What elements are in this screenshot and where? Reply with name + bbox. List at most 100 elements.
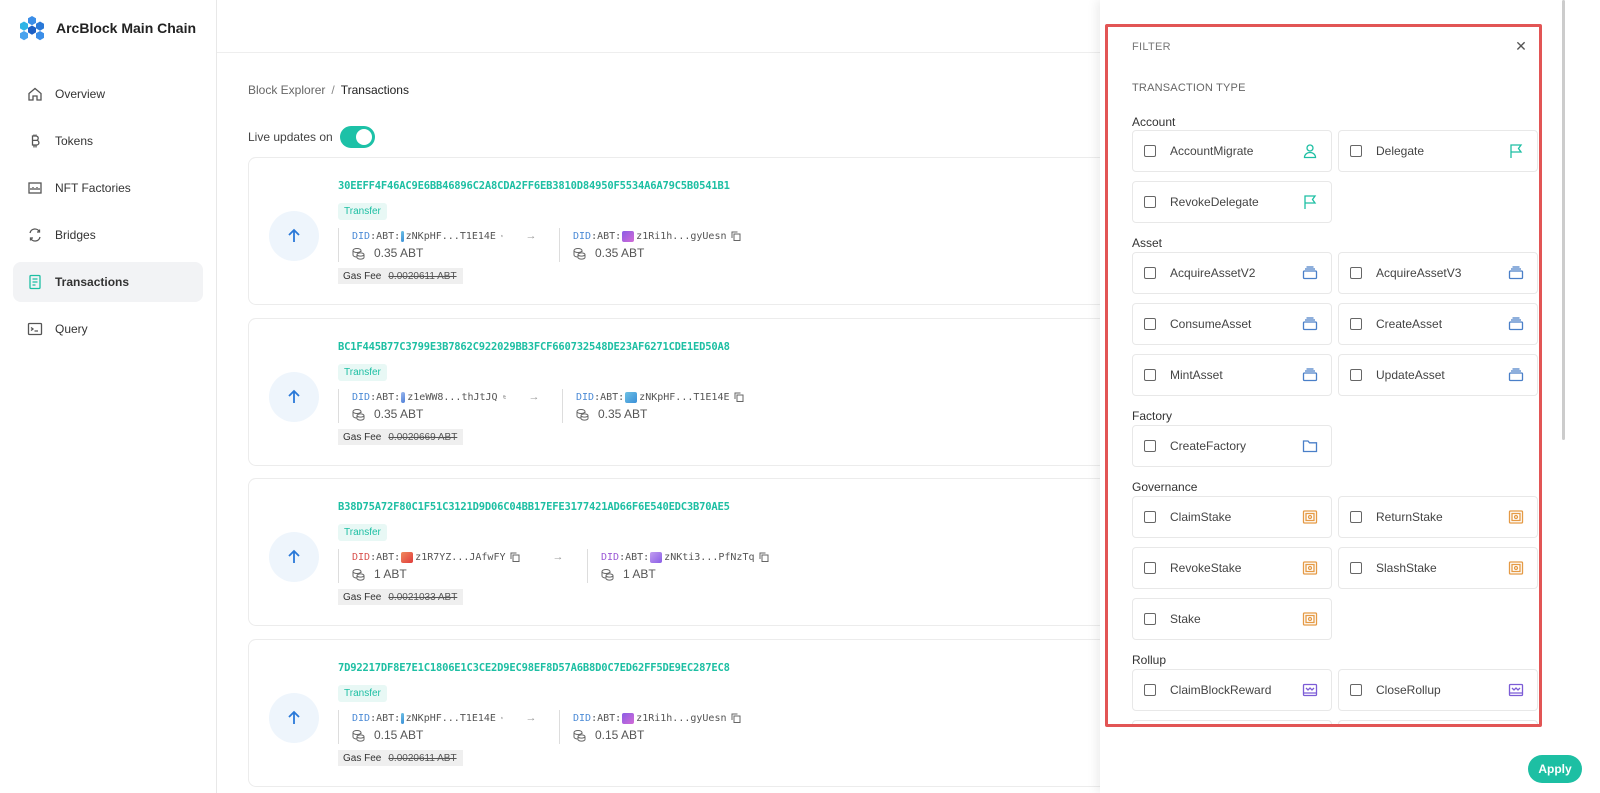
checkbox[interactable] xyxy=(1350,511,1362,523)
checkbox[interactable] xyxy=(1350,318,1362,330)
option-returnstake[interactable]: ReturnStake xyxy=(1338,496,1538,538)
sidebar-item-nft-factories[interactable]: NFT Factories xyxy=(13,168,203,208)
sidebar-item-label: Query xyxy=(55,322,88,336)
sidebar-item-bridges[interactable]: Bridges xyxy=(13,215,203,255)
checkbox[interactable] xyxy=(1144,511,1156,523)
did-address-link[interactable]: z1Ri1h...gyUesn xyxy=(636,713,726,724)
option-label: MintAsset xyxy=(1170,368,1223,382)
transaction-card[interactable]: BC1F445B77C3799E3B7862C922029BB3FCF66073… xyxy=(248,318,1128,466)
gas-fee-value: 0.0020611 ABT xyxy=(388,270,457,282)
option-partial[interactable] xyxy=(1338,720,1538,724)
did-address-link[interactable]: zNKpHF...T1E14E xyxy=(406,231,496,242)
did-address-link[interactable]: zNKpHF...T1E14E xyxy=(639,392,729,403)
live-updates-toggle[interactable] xyxy=(339,126,375,148)
close-icon[interactable]: ✕ xyxy=(1513,38,1529,54)
did-avatar xyxy=(401,712,404,724)
tx-amount: 0.35 ABT xyxy=(374,246,424,260)
apply-button[interactable]: Apply xyxy=(1528,755,1582,783)
copy-icon[interactable] xyxy=(731,713,741,723)
sidebar-item-overview[interactable]: Overview xyxy=(13,74,203,114)
sidebar-item-label: Bridges xyxy=(55,228,96,242)
option-claimblockreward[interactable]: ClaimBlockReward xyxy=(1132,669,1332,711)
option-acquireassetv2[interactable]: AcquireAssetV2 xyxy=(1132,252,1332,294)
did-chain: :ABT: xyxy=(370,712,401,724)
checkbox[interactable] xyxy=(1144,267,1156,279)
tx-hash-link[interactable]: 30EEFF4F46AC9E6BB46896C2A8CDA2FF6EB3810D… xyxy=(338,180,730,192)
gas-fee-value: 0.0020669 ABT xyxy=(388,431,458,443)
flag-icon xyxy=(1507,142,1525,160)
option-slashstake[interactable]: SlashStake xyxy=(1338,547,1538,589)
option-stake[interactable]: Stake xyxy=(1132,598,1332,640)
option-partial[interactable] xyxy=(1132,720,1332,724)
option-delegate[interactable]: Delegate xyxy=(1338,130,1538,172)
checkbox[interactable] xyxy=(1144,440,1156,452)
option-mintasset[interactable]: MintAsset xyxy=(1132,354,1332,396)
transaction-type-title: TRANSACTION TYPE xyxy=(1132,82,1246,94)
checkbox[interactable] xyxy=(1144,613,1156,625)
did-chain: :ABT: xyxy=(591,230,622,242)
did-address-link[interactable]: zNKpHF...T1E14E xyxy=(406,713,496,724)
did-prefix: DID xyxy=(601,551,620,563)
option-label: CreateAsset xyxy=(1376,317,1443,331)
did-address-link[interactable]: zNKti3...PfNzTq xyxy=(664,552,754,563)
option-accountmigrate[interactable]: AccountMigrate xyxy=(1132,130,1332,172)
checkbox[interactable] xyxy=(1144,145,1156,157)
option-claimstake[interactable]: ClaimStake xyxy=(1132,496,1332,538)
sidebar-item-tokens[interactable]: Tokens xyxy=(13,121,203,161)
option-updateasset[interactable]: UpdateAsset xyxy=(1338,354,1538,396)
layers-icon xyxy=(1507,366,1525,384)
checkbox[interactable] xyxy=(1350,145,1362,157)
did-address-link[interactable]: z1R7YZ...JAfwFY xyxy=(415,552,505,563)
rollup-icon xyxy=(1301,681,1319,699)
option-createfactory[interactable]: CreateFactory xyxy=(1132,425,1332,467)
option-acquireassetv3[interactable]: AcquireAssetV3 xyxy=(1338,252,1538,294)
brand[interactable]: ArcBlock Main Chain xyxy=(0,0,216,56)
did-address-link[interactable]: z1Ri1h...gyUesn xyxy=(636,231,726,242)
safe-icon xyxy=(1301,559,1319,577)
option-createasset[interactable]: CreateAsset xyxy=(1338,303,1538,345)
tx-hash-link[interactable]: 7D92217DF8E7E1C1806E1C3CE2D9EC98EF8D57A6… xyxy=(338,662,730,674)
sidebar-item-query[interactable]: Query xyxy=(13,309,203,349)
safe-icon xyxy=(1507,508,1525,526)
tx-hash-link[interactable]: B38D75A72F80C1F51C3121D9D06C04BB17EFE317… xyxy=(338,501,730,513)
sidebar-item-label: NFT Factories xyxy=(55,181,131,195)
checkbox[interactable] xyxy=(1350,684,1362,696)
transaction-card[interactable]: B38D75A72F80C1F51C3121D9D06C04BB17EFE317… xyxy=(248,478,1128,626)
option-revokedelegate[interactable]: RevokeDelegate xyxy=(1132,181,1332,223)
receipt-icon xyxy=(27,274,43,290)
checkbox[interactable] xyxy=(1144,318,1156,330)
option-closerollup[interactable]: CloseRollup xyxy=(1338,669,1538,711)
option-consumeasset[interactable]: ConsumeAsset xyxy=(1132,303,1332,345)
layers-icon xyxy=(1507,315,1525,333)
copy-icon[interactable] xyxy=(759,552,769,562)
sidebar: ArcBlock Main Chain Overview Tokens NFT … xyxy=(0,0,217,793)
transaction-card[interactable]: 30EEFF4F46AC9E6BB46896C2A8CDA2FF6EB3810D… xyxy=(248,157,1128,305)
gas-fee-value: 0.0020611 ABT xyxy=(388,752,457,764)
did-address-link[interactable]: z1eWW8...thJtJQ xyxy=(407,392,497,403)
option-revokestake[interactable]: RevokeStake xyxy=(1132,547,1332,589)
sidebar-item-transactions[interactable]: Transactions xyxy=(13,262,203,302)
did-chain: :ABT: xyxy=(370,551,401,563)
drawer-scrollbar[interactable] xyxy=(1562,0,1565,440)
checkbox[interactable] xyxy=(1144,196,1156,208)
copy-icon[interactable] xyxy=(510,552,520,562)
copy-icon[interactable] xyxy=(734,392,744,402)
checkbox[interactable] xyxy=(1144,369,1156,381)
checkbox[interactable] xyxy=(1350,562,1362,574)
copy-icon[interactable] xyxy=(731,231,741,241)
option-label: ClaimBlockReward xyxy=(1170,683,1272,697)
transfer-arrow-icon xyxy=(269,693,319,743)
tx-amount: 0.35 ABT xyxy=(595,246,645,260)
transaction-card[interactable]: 7D92217DF8E7E1C1806E1C3CE2D9EC98EF8D57A6… xyxy=(248,639,1128,787)
checkbox[interactable] xyxy=(1144,684,1156,696)
live-updates-label: Live updates on xyxy=(248,130,333,144)
arrow-right-icon: → xyxy=(525,230,537,242)
did-prefix: DID xyxy=(576,391,595,403)
checkbox[interactable] xyxy=(1144,562,1156,574)
checkbox[interactable] xyxy=(1350,369,1362,381)
group-label-asset: Asset xyxy=(1132,236,1163,250)
tx-hash-link[interactable]: BC1F445B77C3799E3B7862C922029BB3FCF66073… xyxy=(338,341,730,353)
breadcrumb-root-link[interactable]: Block Explorer xyxy=(248,83,325,97)
checkbox[interactable] xyxy=(1350,267,1362,279)
breadcrumb: Block Explorer / Transactions xyxy=(248,83,409,97)
